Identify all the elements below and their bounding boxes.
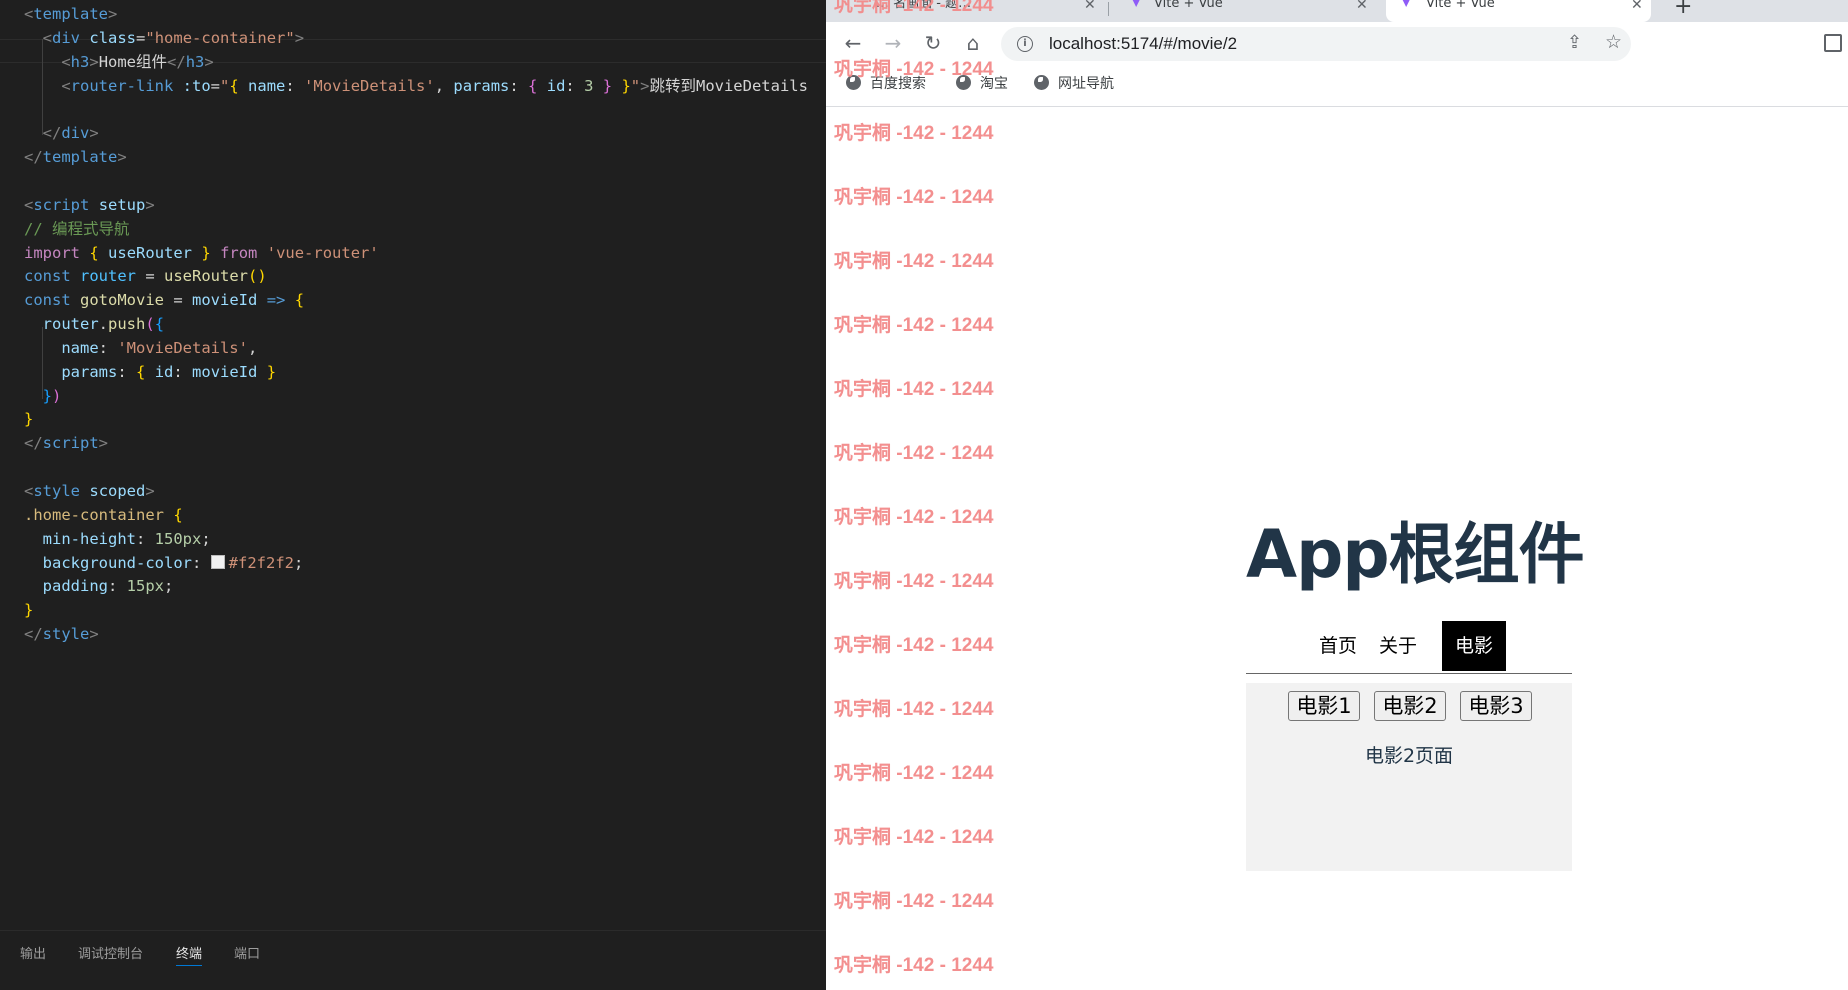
watermark-text: 巩宇桐 -142 - 1244 [834, 123, 994, 144]
watermark-text: 巩宇桐 -142 - 1244 [834, 0, 994, 16]
bookmark-label: 网址导航 [1058, 76, 1114, 92]
code-line: <template> [24, 5, 118, 23]
code-area[interactable]: <template> <div class="home-container"> … [0, 0, 826, 930]
nav-link-home[interactable]: 首页 [1318, 621, 1358, 671]
app-nav: 首页 关于 电影 [1246, 621, 1572, 674]
movie-1-button[interactable]: 电影1 [1288, 691, 1360, 721]
code-line: <style scoped> [24, 482, 155, 500]
tab-divider [1108, 2, 1109, 16]
home-icon[interactable]: ⌂ [960, 30, 986, 56]
browser-tab-title: Vite + Vue [1154, 0, 1223, 11]
watermark-text: 巩宇桐 -142 - 1244 [834, 891, 994, 912]
watermark-text: 巩宇桐 -142 - 1244 [834, 315, 994, 336]
watermark-text: 巩宇桐 -142 - 1244 [834, 251, 994, 272]
code-line: params: { id: movieId } [61, 362, 277, 381]
close-icon[interactable]: ✕ [1631, 0, 1643, 12]
watermark-text: 巩宇桐 -142 - 1244 [834, 187, 994, 208]
info-icon[interactable]: i [1017, 36, 1033, 52]
globe-icon [1034, 75, 1049, 90]
watermark-text: 巩宇桐 -142 - 1244 [834, 59, 994, 80]
movie-3-button[interactable]: 电影3 [1460, 691, 1532, 721]
forward-arrow-icon[interactable]: → [880, 30, 906, 56]
reload-icon[interactable]: ↻ [920, 30, 946, 56]
code-line: } [24, 410, 34, 429]
movie-container: 电影1 电影2 电影3 电影2页面 [1246, 683, 1572, 871]
panel-tab-terminal[interactable]: 终端 [176, 945, 203, 966]
watermark-text: 巩宇桐 -142 - 1244 [834, 507, 994, 528]
code-line: <h3>Home组件</h3> [61, 52, 214, 71]
browser-tab-title: Vite + Vue [1426, 0, 1495, 11]
browser-tab-2[interactable]: ▼ Vite + Vue [1126, 0, 1366, 22]
watermark-text: 巩宇桐 -142 - 1244 [834, 379, 994, 400]
panel-tab-ports[interactable]: 端口 [234, 945, 260, 965]
code-line: // 编程式导航 [24, 219, 130, 238]
code-line: name: 'MovieDetails', [61, 338, 258, 357]
browser-window: … 名画面 - 题… ✕ ▼ Vite + Vue ✕ ▼ Vite + Vue… [826, 0, 1848, 990]
code-line: <div class="home-container"> [42, 28, 305, 47]
watermark-text: 巩宇桐 -142 - 1244 [834, 955, 994, 976]
code-line: const router = useRouter() [24, 267, 267, 286]
watermark-text: 巩宇桐 -142 - 1244 [834, 763, 994, 784]
web-page: App根组件 首页 关于 电影 电影1 电影2 电影3 电影2页面 [826, 107, 1848, 990]
nav-link-movie[interactable]: 电影 [1442, 621, 1506, 671]
watermark-text: 巩宇桐 -142 - 1244 [834, 699, 994, 720]
nav-link-about[interactable]: 关于 [1378, 621, 1418, 671]
bottom-panel: 输出 调试控制台 终端 端口 [0, 930, 826, 990]
back-arrow-icon[interactable]: ← [840, 30, 866, 56]
watermark-text: 巩宇桐 -142 - 1244 [834, 635, 994, 656]
app-title: App根组件 [1246, 516, 1585, 593]
code-line: <script setup> [24, 195, 155, 214]
vite-logo-icon: ▼ [1130, 0, 1142, 8]
star-icon[interactable]: ☆ [1605, 31, 1622, 53]
movie-details-text: 电影2页面 [1364, 745, 1454, 767]
code-line: </div> [42, 124, 99, 143]
new-tab-button[interactable]: + [1674, 0, 1692, 19]
share-icon[interactable]: ⇪ [1567, 32, 1582, 53]
code-editor[interactable]: <template> <div class="home-container"> … [0, 0, 826, 990]
code-line: </template> [24, 148, 127, 167]
close-icon[interactable]: ✕ [1356, 0, 1368, 12]
code-line: min-height: 150px; [42, 529, 211, 548]
movie-2-button[interactable]: 电影2 [1374, 691, 1446, 721]
watermark-text: 巩宇桐 -142 - 1244 [834, 443, 994, 464]
browser-tab-3-active[interactable]: ▼ Vite + Vue ✕ [1386, 0, 1651, 22]
watermark-text: 巩宇桐 -142 - 1244 [834, 827, 994, 848]
side-panel-icon[interactable] [1824, 34, 1842, 52]
code-line: padding: 15px; [42, 577, 174, 596]
close-icon[interactable]: ✕ [1084, 0, 1096, 12]
code-line: background-color: #f2f2f2; [42, 553, 304, 572]
panel-tab-output[interactable]: 输出 [20, 945, 46, 965]
panel-tab-debug-console[interactable]: 调试控制台 [78, 945, 143, 965]
code-line: </style> [24, 625, 99, 644]
code-line: .home-container { [24, 505, 183, 524]
code-line: const gotoMovie = movieId => { [24, 291, 305, 310]
code-line: import { useRouter } from 'vue-router' [24, 243, 379, 262]
vite-logo-icon: ▼ [1400, 0, 1412, 8]
code-line: </script> [24, 434, 109, 453]
code-line: } [24, 601, 34, 620]
url-text[interactable]: localhost:5174/#/movie/2 [1049, 27, 1237, 61]
watermark-text: 巩宇桐 -142 - 1244 [834, 571, 994, 592]
code-line: }) [42, 386, 62, 405]
bookmark-nav[interactable]: 网址导航 [1034, 72, 1114, 96]
address-bar[interactable]: i localhost:5174/#/movie/2 ⇪ ☆ [1001, 27, 1631, 61]
code-line: <router-link :to="{ name: 'MovieDetails'… [61, 76, 808, 95]
code-line: router.push({ [42, 315, 165, 334]
